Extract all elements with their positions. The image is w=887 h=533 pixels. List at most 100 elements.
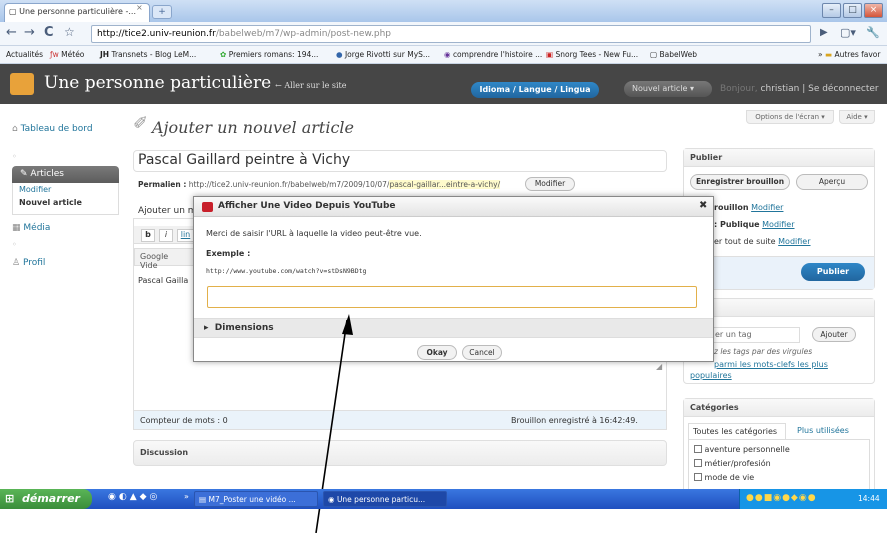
okay-button[interactable]: Okay	[417, 345, 457, 360]
wrench-icon[interactable]: 🔧	[866, 26, 880, 39]
page-menu-icon[interactable]: ▢▾	[840, 26, 856, 39]
wp-logo-icon	[10, 73, 34, 95]
address-bar[interactable]: http://tice2.univ-reunion.fr/babelweb/m7…	[91, 25, 811, 43]
italic-button[interactable]: i	[159, 229, 173, 242]
username-link[interactable]: christian	[761, 84, 800, 94]
back-arrow-icon[interactable]: ←	[6, 25, 17, 40]
windows-logo-icon: ⊞	[5, 492, 15, 505]
tab-most-used[interactable]: Plus utilisées	[797, 426, 849, 435]
browser-tab[interactable]: ▢ Une personne particulière -...	[4, 3, 150, 22]
start-button[interactable]: ⊞ démarrer	[0, 489, 92, 509]
profile-icon: ♙	[12, 258, 21, 268]
bold-button[interactable]: b	[141, 229, 155, 242]
link-button[interactable]: lin	[177, 229, 194, 242]
system-tray: ●●■◉●◆◉● 14:44	[739, 489, 887, 509]
category-item[interactable]: métier/profesión	[694, 459, 771, 468]
dimensions-toggle[interactable]: ▸ Dimensions	[194, 318, 713, 338]
post-edit-icon: ✐	[133, 113, 149, 134]
submenu-new-post[interactable]: Nouvel article	[13, 196, 118, 209]
menu-media[interactable]: ▦ Média	[12, 223, 50, 233]
word-count: Compteur de mots : 0	[140, 416, 228, 425]
add-media-label[interactable]: Ajouter un m	[138, 206, 197, 216]
preview-button[interactable]: Aperçu	[796, 174, 868, 190]
schedule-edit-link[interactable]: Modifier	[778, 237, 810, 246]
screen-options-button[interactable]: Options de l'écran ▾	[746, 110, 834, 124]
publish-title: Publier	[684, 149, 874, 167]
media-icon: ▦	[12, 223, 21, 233]
category-item[interactable]: mode de vie	[694, 473, 754, 482]
google-video-button[interactable]: Google Vide	[134, 248, 194, 270]
minimize-button[interactable]: –	[822, 3, 841, 18]
checkbox	[694, 445, 702, 453]
new-tab-button[interactable]: +	[152, 5, 172, 19]
tags-hint: z les tags par des virgules	[714, 347, 813, 356]
editor-content[interactable]: Pascal Gailla	[138, 276, 188, 285]
bookmark-item[interactable]: ▢ BabelWeb	[650, 50, 697, 59]
maximize-button[interactable]: □	[843, 3, 862, 18]
quicklaunch-icons[interactable]: ◉◐▲◆◎	[108, 492, 160, 502]
dashboard-icon: ⌂	[12, 124, 18, 134]
url-host: http://tice2.univ-reunion.fr	[97, 29, 216, 39]
taskbar-item[interactable]: ▤ M7_Poster une vidéo ...	[194, 491, 318, 507]
discussion-box[interactable]: Discussion	[133, 440, 667, 466]
menu-separator: ◦	[12, 152, 17, 161]
menu-dashboard[interactable]: ⌂ Tableau de bord	[12, 124, 107, 135]
tag-input[interactable]: er un tag	[700, 327, 800, 343]
bookmark-item[interactable]: ● Jorge Rivotti sur MyS...	[336, 50, 430, 59]
save-draft-button[interactable]: Enregistrer brouillon	[690, 174, 790, 190]
site-title[interactable]: Une personne particulière ← Aller sur le …	[44, 73, 346, 93]
visit-site-link[interactable]: ← Aller sur le site	[275, 81, 346, 90]
bookmark-item[interactable]: ◉ comprendre l'histoire ...	[444, 50, 542, 59]
submenu-edit[interactable]: Modifier	[13, 183, 118, 196]
posts-submenu: Modifier Nouvel article	[12, 183, 119, 215]
menu-profile[interactable]: ♙ Profil	[12, 258, 45, 268]
tray-icons[interactable]: ●●■◉●◆◉●	[746, 493, 817, 503]
dialog-close-icon[interactable]: ✖	[699, 200, 707, 211]
page-icon: ▢	[9, 7, 20, 16]
bookmark-item[interactable]: JH Transnets - Blog LeM...	[100, 50, 196, 59]
bookmark-item[interactable]: ƒw Météo	[50, 50, 84, 59]
status-edit-link[interactable]: Modifier	[751, 203, 783, 212]
star-icon[interactable]: ☆	[64, 25, 75, 39]
tab-all-categories[interactable]: Toutes les catégories	[688, 423, 786, 439]
bookmarks-bar: Actualités ƒw Météo JH Transnets - Blog …	[0, 46, 887, 64]
cancel-button[interactable]: Cancel	[462, 345, 502, 360]
resize-handle-icon[interactable]: ◢	[656, 362, 662, 371]
language-button[interactable]: Idioma / Langue / Lingua	[471, 82, 599, 98]
category-item[interactable]: aventure personnelle	[694, 445, 790, 454]
page-title: Ajouter un nouvel article	[152, 118, 355, 137]
reload-icon[interactable]: C	[44, 25, 54, 40]
help-button[interactable]: Aide ▾	[839, 110, 875, 124]
dialog-instruction: Merci de saisir l'URL à laquelle la vide…	[206, 229, 422, 238]
logout-link[interactable]: Se déconnecter	[808, 84, 878, 94]
permalink: Permalien : http://tice2.univ-reunion.fr…	[138, 180, 501, 189]
permalink-slug[interactable]: pascal-gaillar...eintre-a-vichy/	[389, 180, 501, 189]
bookmark-item[interactable]: ▣ Snorg Tees - New Fu...	[546, 50, 638, 59]
tab-close-icon[interactable]: ×	[136, 3, 143, 12]
bookmark-item[interactable]: ✿ Premiers romans: 194...	[220, 50, 318, 59]
visibility-edit-link[interactable]: Modifier	[762, 220, 794, 229]
menu-posts[interactable]: ✎ Articles	[12, 166, 119, 183]
url-path: /babelweb/m7/wp-admin/post-new.php	[215, 29, 391, 39]
add-tag-button[interactable]: Ajouter	[812, 327, 856, 342]
draft-saved: Brouillon enregistré à 16:42:49.	[511, 416, 638, 425]
video-url-input[interactable]	[207, 286, 697, 308]
close-window-button[interactable]: ×	[864, 3, 883, 18]
publish-button[interactable]: Publier	[801, 263, 865, 281]
checkbox	[694, 473, 702, 481]
permalink-edit-button[interactable]: Modifier	[525, 177, 575, 191]
other-bookmarks[interactable]: » ▬ Autres favor	[818, 50, 880, 59]
post-title-input[interactable]: Pascal Gaillard peintre à Vichy	[133, 150, 667, 172]
post-visibility: : Publique Modifier	[714, 220, 795, 229]
popular-tags-link[interactable]: parmi les mots-clefs les plus populaires	[690, 359, 870, 381]
taskbar-item[interactable]: ◉ Une personne particu...	[323, 491, 447, 507]
play-icon[interactable]: ▶	[820, 27, 828, 38]
checkbox	[694, 459, 702, 467]
clock[interactable]: 14:44	[858, 494, 880, 503]
tab-title: Une personne particulière -...	[19, 7, 137, 16]
forward-arrow-icon[interactable]: →	[24, 25, 35, 40]
bookmark-item[interactable]: Actualités	[6, 50, 43, 59]
youtube-icon	[202, 202, 213, 212]
new-post-button[interactable]: Nouvel article ▾	[624, 81, 712, 97]
chevron-icon[interactable]: »	[184, 492, 189, 501]
